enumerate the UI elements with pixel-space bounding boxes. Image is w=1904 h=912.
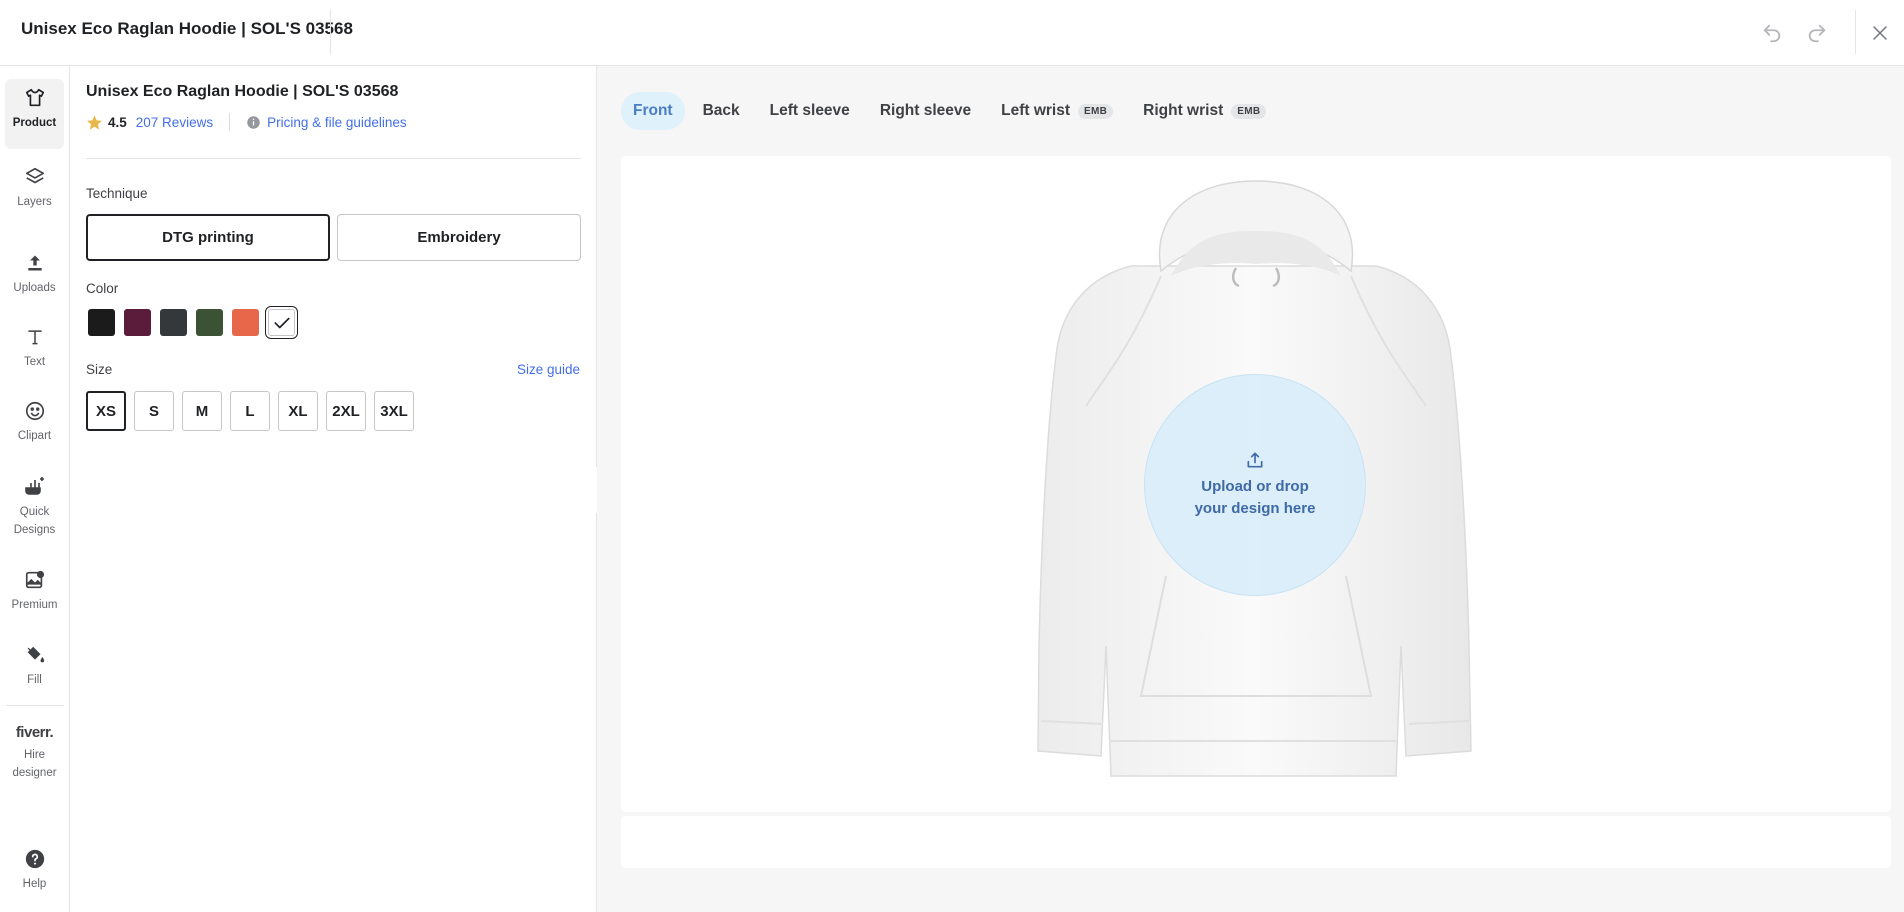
hire-designer-label: Hire designer: [12, 749, 57, 779]
color-swatch[interactable]: [232, 309, 259, 336]
emb-badge: EMB: [1231, 103, 1267, 119]
product-title: Unisex Eco Raglan Hoodie | SOL'S 03568: [86, 83, 399, 100]
rail-item-text[interactable]: Text: [5, 318, 64, 384]
tshirt-icon: [25, 88, 44, 107]
product-preview-stage: Upload or drop your design here: [621, 156, 1891, 812]
rail-item-uploads[interactable]: Uploads: [5, 244, 64, 310]
checkmark-icon: [273, 317, 290, 328]
color-swatch[interactable]: [196, 309, 223, 336]
page-title: Unisex Eco Raglan Hoodie | SOL'S 03568: [21, 19, 353, 38]
panel-divider: [86, 158, 581, 159]
rating-divider: [229, 113, 231, 131]
rail-item-premium[interactable]: Premium: [5, 561, 64, 627]
text-icon: [27, 330, 42, 345]
technique-embroidery-button[interactable]: Embroidery: [337, 214, 581, 261]
undo-button[interactable]: [1756, 17, 1788, 49]
rail-item-label: Uploads: [13, 282, 56, 294]
rail-item-quick-designs[interactable]: Quick Designs: [5, 466, 64, 552]
color-swatch[interactable]: [124, 309, 151, 336]
rail-item-label: Fill: [27, 674, 42, 686]
color-swatch[interactable]: [160, 309, 187, 336]
layers-icon: [25, 167, 44, 184]
tab-label: Front: [633, 102, 673, 119]
tab-left-sleeve[interactable]: Left sleeve: [758, 92, 862, 130]
size-option-xs[interactable]: XS: [86, 391, 126, 431]
rating-value: 4.5: [108, 114, 127, 130]
technique-label: Technique: [86, 186, 148, 201]
smiley-icon: [25, 401, 44, 421]
rail-item-label: Layers: [17, 196, 52, 208]
emb-badge: EMB: [1078, 103, 1114, 119]
tab-label: Left sleeve: [769, 102, 850, 119]
hire-designer-button[interactable]: fiverr. Hire designer: [5, 716, 64, 796]
rail-divider: [6, 705, 64, 706]
rail-item-label: Quick Designs: [13, 506, 56, 536]
pricing-guidelines-link[interactable]: Pricing & file guidelines: [267, 115, 407, 130]
size-guide-link[interactable]: Size guide: [517, 362, 580, 377]
rail-item-label: Product: [12, 117, 57, 129]
tool-rail: Product Layers Uploads Text Clipart Quic…: [0, 66, 70, 912]
size-option-xl[interactable]: XL: [278, 391, 318, 431]
info-icon: [247, 115, 260, 129]
size-option-2xl[interactable]: 2XL: [326, 391, 366, 431]
rail-item-product[interactable]: Product: [5, 79, 64, 149]
rail-item-label: Text: [23, 356, 46, 368]
color-swatch[interactable]: [88, 309, 115, 336]
tab-label: Back: [702, 102, 740, 119]
color-label: Color: [86, 281, 119, 296]
tab-right-sleeve[interactable]: Right sleeve: [868, 92, 983, 130]
rating-row: 4.5 207 Reviews Pricing & file guideline…: [86, 113, 407, 131]
rail-item-label: Clipart: [17, 430, 52, 442]
tab-left-wrist[interactable]: Left wrist EMB: [989, 92, 1125, 130]
help-icon: [25, 849, 44, 869]
close-button[interactable]: [1864, 17, 1896, 49]
header-divider: [1855, 10, 1856, 54]
reviews-link[interactable]: 207 Reviews: [136, 115, 213, 130]
upload-icon: [1247, 452, 1263, 468]
tab-label: Right sleeve: [879, 102, 972, 119]
tab-right-wrist[interactable]: Right wrist EMB: [1131, 92, 1278, 130]
close-icon: [1873, 26, 1887, 40]
upload-icon: [27, 255, 42, 271]
design-canvas-area: Front Back Left sleeve Right sleeve Left…: [597, 66, 1904, 912]
bottom-toolbar: [621, 816, 1891, 868]
placement-tabs: Front Back Left sleeve Right sleeve Left…: [621, 92, 1284, 130]
rail-item-label: Premium: [11, 599, 58, 611]
tab-back[interactable]: Back: [691, 92, 752, 130]
tab-label: Left wrist: [1001, 102, 1071, 119]
rail-item-clipart[interactable]: Clipart: [5, 392, 64, 458]
drop-zone-text: Upload or drop your design here: [1194, 478, 1316, 517]
product-panel: Unisex Eco Raglan Hoodie | SOL'S 03568 4…: [70, 66, 597, 912]
size-option-l[interactable]: L: [230, 391, 270, 431]
top-bar: Unisex Eco Raglan Hoodie | SOL'S 03568: [0, 0, 1904, 66]
magic-brush-icon: [24, 477, 44, 495]
star-icon: [87, 114, 102, 130]
size-option-m[interactable]: M: [182, 391, 222, 431]
rail-item-fill[interactable]: Fill: [5, 636, 64, 702]
redo-icon: [1808, 24, 1826, 43]
rail-item-label: Help: [22, 878, 47, 890]
redo-button[interactable]: [1801, 17, 1833, 49]
undo-icon: [1763, 24, 1781, 43]
technique-dtg-button[interactable]: DTG printing: [86, 214, 330, 261]
size-option-3xl[interactable]: 3XL: [374, 391, 414, 431]
size-label: Size: [86, 362, 113, 377]
help-button[interactable]: Help: [5, 840, 64, 906]
size-option-s[interactable]: S: [134, 391, 174, 431]
title-divider: [330, 10, 331, 54]
tab-label: Right wrist: [1143, 102, 1224, 119]
paint-bucket-icon: [27, 646, 44, 663]
color-swatch-selected[interactable]: [265, 306, 298, 339]
tab-front[interactable]: Front: [621, 92, 685, 130]
design-drop-zone[interactable]: Upload or drop your design here: [1144, 374, 1366, 596]
rail-item-layers[interactable]: Layers: [5, 158, 64, 224]
premium-image-icon: [25, 570, 44, 589]
fiverr-logo: fiverr.: [15, 724, 54, 741]
